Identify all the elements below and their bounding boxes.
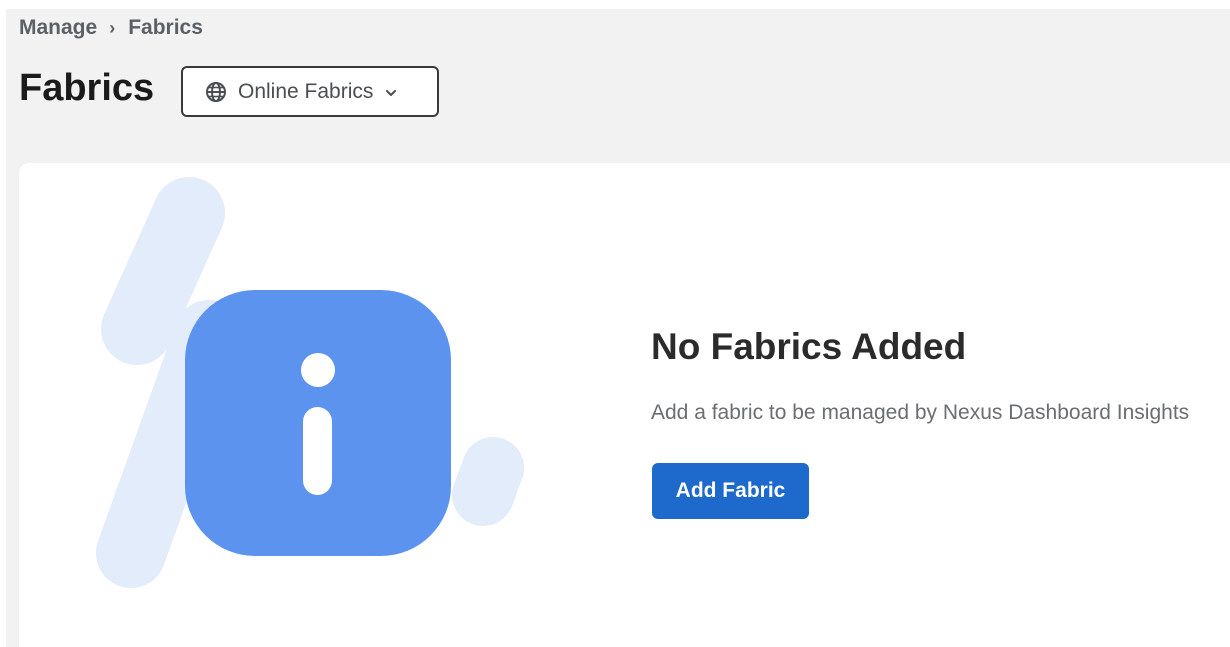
breadcrumb: Manage › Fabrics [19, 16, 203, 40]
empty-state-title: No Fabrics Added [651, 326, 967, 367]
empty-state-card: No Fabrics Added Add a fabric to be mana… [19, 163, 1230, 647]
breadcrumb-item-manage[interactable]: Manage [19, 16, 97, 40]
page-background: Manage › Fabrics Fabrics Online Fabrics [6, 9, 1230, 647]
chevron-down-icon [385, 86, 397, 98]
add-fabric-button[interactable]: Add Fabric [652, 463, 809, 519]
breadcrumb-item-fabrics: Fabrics [128, 16, 203, 39]
empty-state-description: Add a fabric to be managed by Nexus Dash… [651, 401, 1190, 424]
fabric-filter-selected-value: Online Fabrics [238, 79, 374, 103]
breadcrumb-separator: › [109, 17, 116, 38]
empty-state-illustration [96, 177, 524, 588]
globe-icon [205, 81, 227, 103]
fabric-filter-dropdown[interactable]: Online Fabrics [181, 66, 439, 117]
info-icon [185, 290, 451, 556]
page-title: Fabrics [19, 67, 155, 109]
